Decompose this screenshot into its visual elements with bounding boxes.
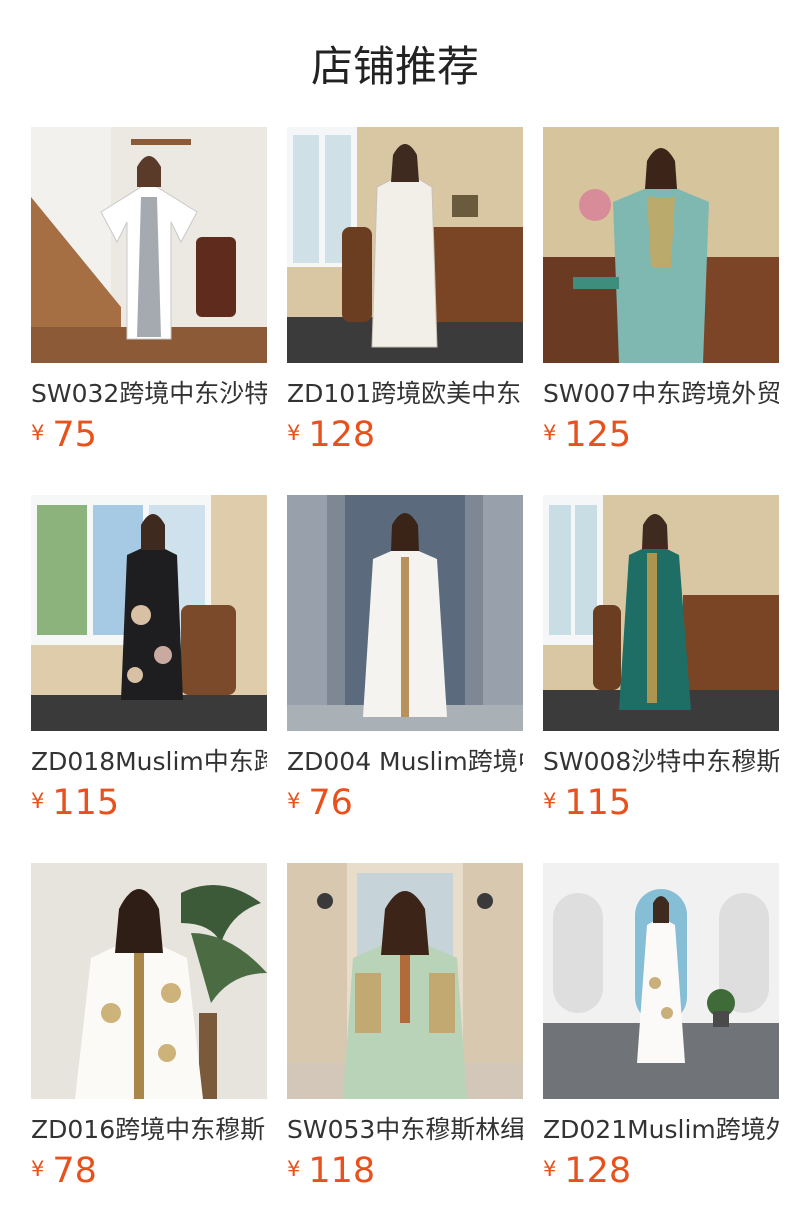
product-price: ¥76 — [287, 781, 523, 825]
product-card[interactable]: SW053中东穆斯林缉 ¥118 — [287, 863, 523, 1231]
currency-symbol: ¥ — [543, 1157, 557, 1181]
product-name[interactable]: ZD004 Muslim跨境中 — [287, 745, 523, 779]
product-image[interactable] — [287, 863, 523, 1099]
product-price: ¥128 — [287, 413, 523, 457]
product-card[interactable]: SW008沙特中东穆斯 ¥115 — [543, 495, 779, 863]
white-floral-abaya-photo — [287, 127, 523, 363]
product-name[interactable]: ZD018Muslim中东跨 — [31, 745, 267, 779]
product-price: ¥128 — [543, 1149, 779, 1193]
product-card[interactable]: SW032跨境中东沙特 ¥75 — [31, 127, 267, 495]
white-batwing-kaftan-photo — [31, 127, 267, 363]
currency-symbol: ¥ — [31, 1157, 45, 1181]
product-price: ¥118 — [287, 1149, 523, 1193]
product-image[interactable] — [31, 863, 267, 1099]
currency-symbol: ¥ — [543, 789, 557, 813]
product-image[interactable] — [543, 863, 779, 1099]
product-image[interactable] — [31, 495, 267, 731]
price-value: 115 — [564, 783, 632, 823]
product-image[interactable] — [543, 127, 779, 363]
teal-embroidered-dress-photo — [543, 127, 779, 363]
currency-symbol: ¥ — [31, 421, 45, 445]
price-value: 125 — [564, 415, 632, 455]
currency-symbol: ¥ — [287, 789, 301, 813]
product-price: ¥78 — [31, 1149, 267, 1193]
price-value: 128 — [308, 415, 376, 455]
product-price: ¥125 — [543, 413, 779, 457]
product-image[interactable] — [543, 495, 779, 731]
product-price: ¥115 — [543, 781, 779, 825]
product-name[interactable]: SW008沙特中东穆斯 — [543, 745, 779, 779]
product-price: ¥75 — [31, 413, 267, 457]
product-card[interactable]: ZD018Muslim中东跨 ¥115 — [31, 495, 267, 863]
section-title: 店铺推荐 — [310, 42, 479, 91]
product-image[interactable] — [31, 127, 267, 363]
price-value: 118 — [308, 1151, 376, 1191]
currency-symbol: ¥ — [287, 1157, 301, 1181]
product-name[interactable]: ZD016跨境中东穆斯 — [31, 1113, 267, 1147]
currency-symbol: ¥ — [543, 421, 557, 445]
white-embroidered-gown-photo — [543, 863, 779, 1099]
product-image[interactable] — [287, 495, 523, 731]
price-value: 78 — [52, 1151, 97, 1191]
product-card[interactable]: ZD004 Muslim跨境中 ¥76 — [287, 495, 523, 863]
product-name[interactable]: SW032跨境中东沙特 — [31, 377, 267, 411]
black-floral-dress-photo — [31, 495, 267, 731]
product-name[interactable]: SW053中东穆斯林缉 — [287, 1113, 523, 1147]
product-name[interactable]: ZD021Muslim跨境外 — [543, 1113, 779, 1147]
product-name[interactable]: SW007中东跨境外贸 — [543, 377, 779, 411]
currency-symbol: ¥ — [287, 421, 301, 445]
price-value: 115 — [52, 783, 120, 823]
price-value: 76 — [308, 783, 353, 823]
product-image[interactable] — [287, 127, 523, 363]
currency-symbol: ¥ — [31, 789, 45, 813]
green-sequin-dress-photo — [543, 495, 779, 731]
price-value: 128 — [564, 1151, 632, 1191]
product-grid: SW032跨境中东沙特 ¥75 ZD101跨境欧美中东 ¥128 SW007中东… — [31, 127, 790, 1231]
white-gold-leaf-dress-photo — [31, 863, 267, 1099]
mint-embroidered-dress-photo — [287, 863, 523, 1099]
price-value: 75 — [52, 415, 97, 455]
white-gold-trim-dress-photo — [287, 495, 523, 731]
product-name[interactable]: ZD101跨境欧美中东 — [287, 377, 523, 411]
product-card[interactable]: SW007中东跨境外贸 ¥125 — [543, 127, 779, 495]
product-card[interactable]: ZD101跨境欧美中东 ¥128 — [287, 127, 523, 495]
product-card[interactable]: ZD016跨境中东穆斯 ¥78 — [31, 863, 267, 1231]
product-card[interactable]: ZD021Muslim跨境外 ¥128 — [543, 863, 779, 1231]
product-price: ¥115 — [31, 781, 267, 825]
